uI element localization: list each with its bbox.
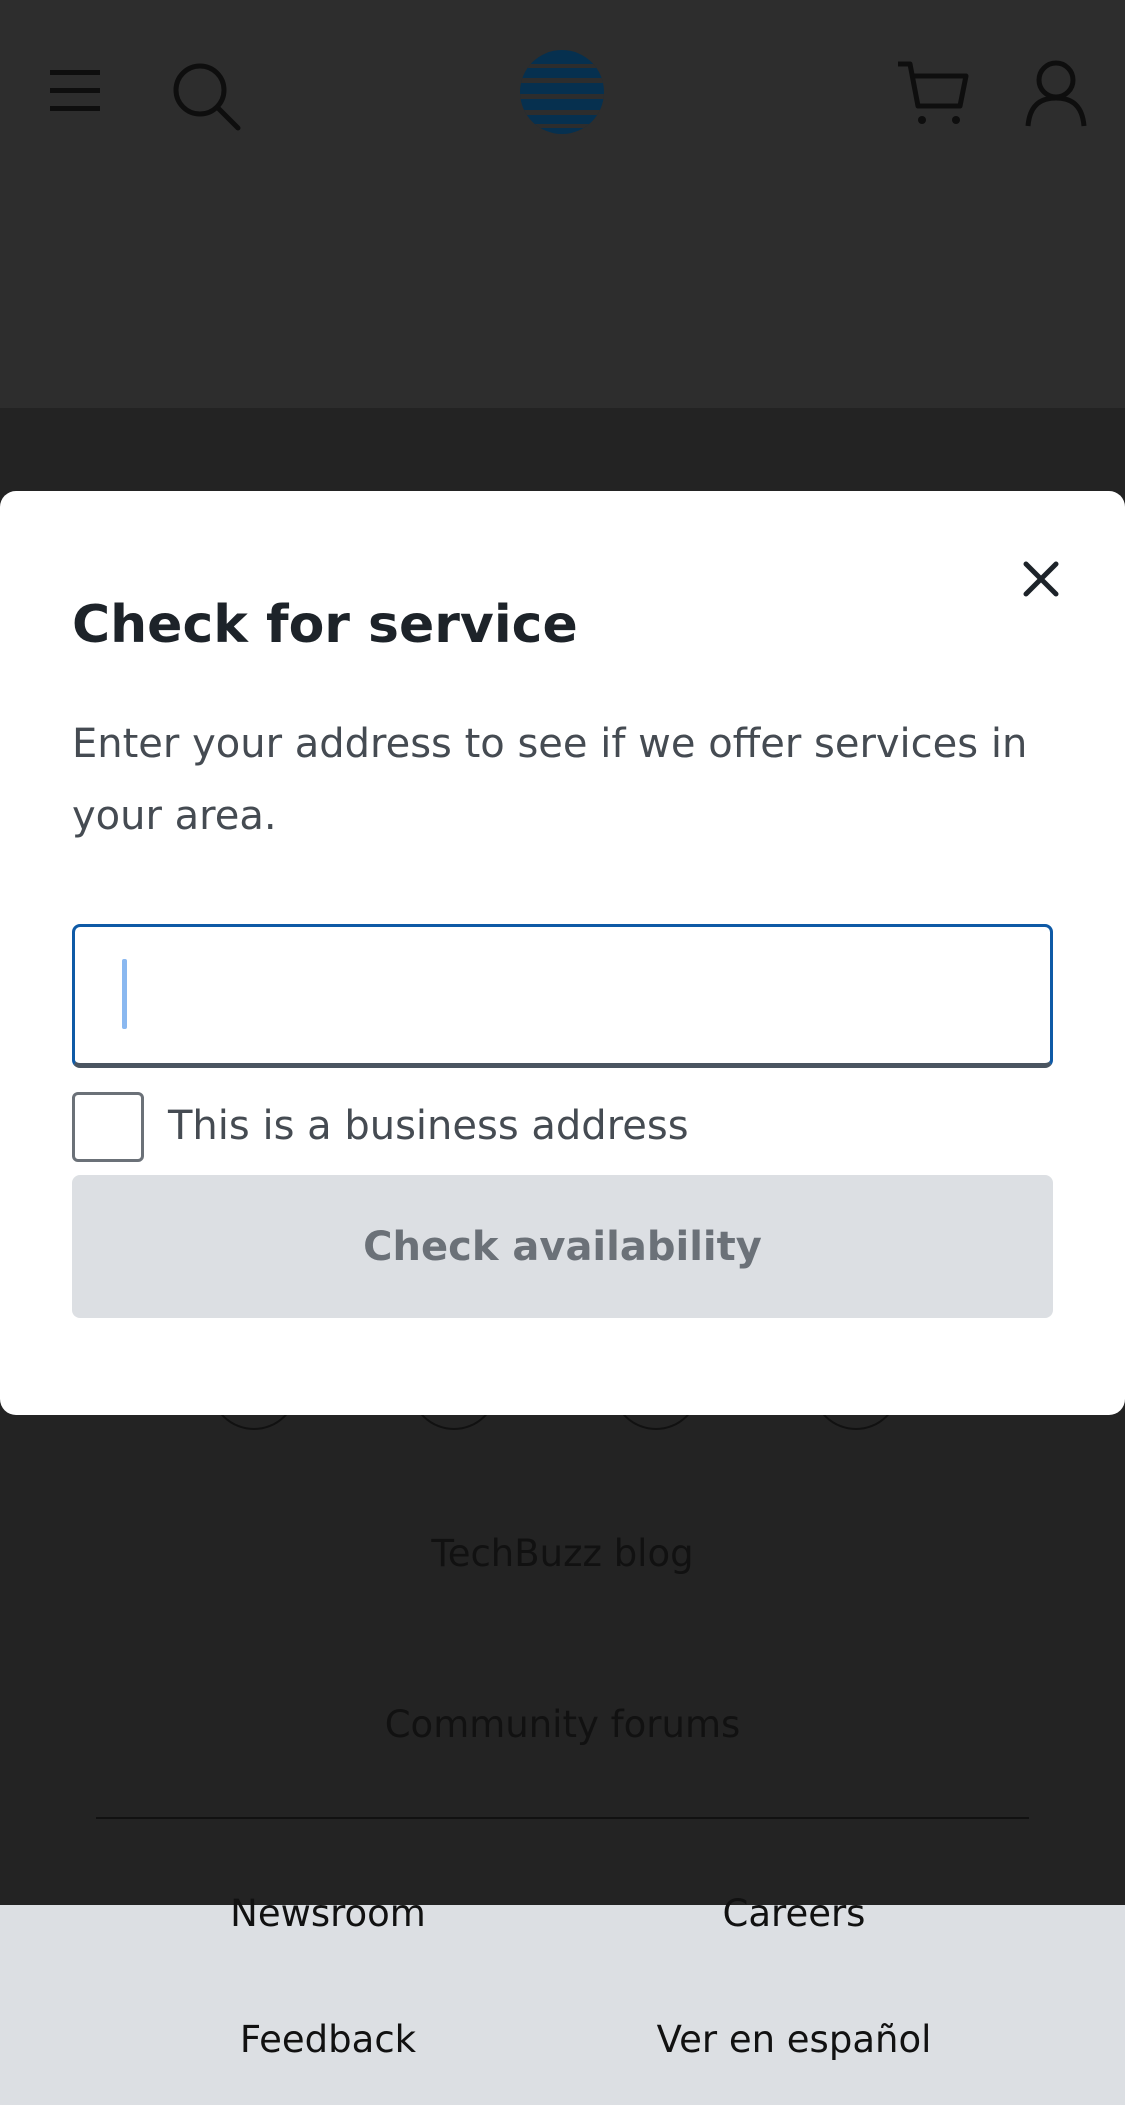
modal-description: Enter your address to see if we offer se… — [72, 721, 1028, 839]
text-caret — [122, 959, 127, 1029]
footer-link-techbuzz[interactable]: TechBuzz blog — [0, 1532, 1125, 1575]
page: TechBuzz blog Community forums Newsroom … — [0, 0, 1125, 2105]
close-button[interactable] — [1012, 550, 1070, 608]
footer-divider — [96, 1817, 1029, 1819]
cart-icon[interactable] — [896, 58, 970, 128]
business-address-checkbox[interactable] — [72, 1092, 144, 1162]
att-globe-logo[interactable] — [520, 50, 604, 134]
account-icon[interactable] — [1024, 58, 1088, 128]
footer-link-community[interactable]: Community forums — [0, 1703, 1125, 1746]
address-input[interactable] — [72, 924, 1053, 1068]
search-icon[interactable] — [170, 60, 242, 132]
close-icon — [1023, 561, 1059, 597]
modal-title: Check for service — [72, 595, 578, 655]
site-header — [0, 0, 1125, 408]
footer-bottom — [0, 1905, 1125, 2105]
check-availability-button[interactable]: Check availability — [72, 1175, 1053, 1318]
menu-icon[interactable] — [50, 66, 100, 116]
footer-link-spanish[interactable]: Ver en español — [514, 2018, 1074, 2061]
business-address-label[interactable]: This is a business address — [168, 1098, 689, 1154]
footer-link-careers[interactable]: Careers — [514, 1892, 1074, 1935]
